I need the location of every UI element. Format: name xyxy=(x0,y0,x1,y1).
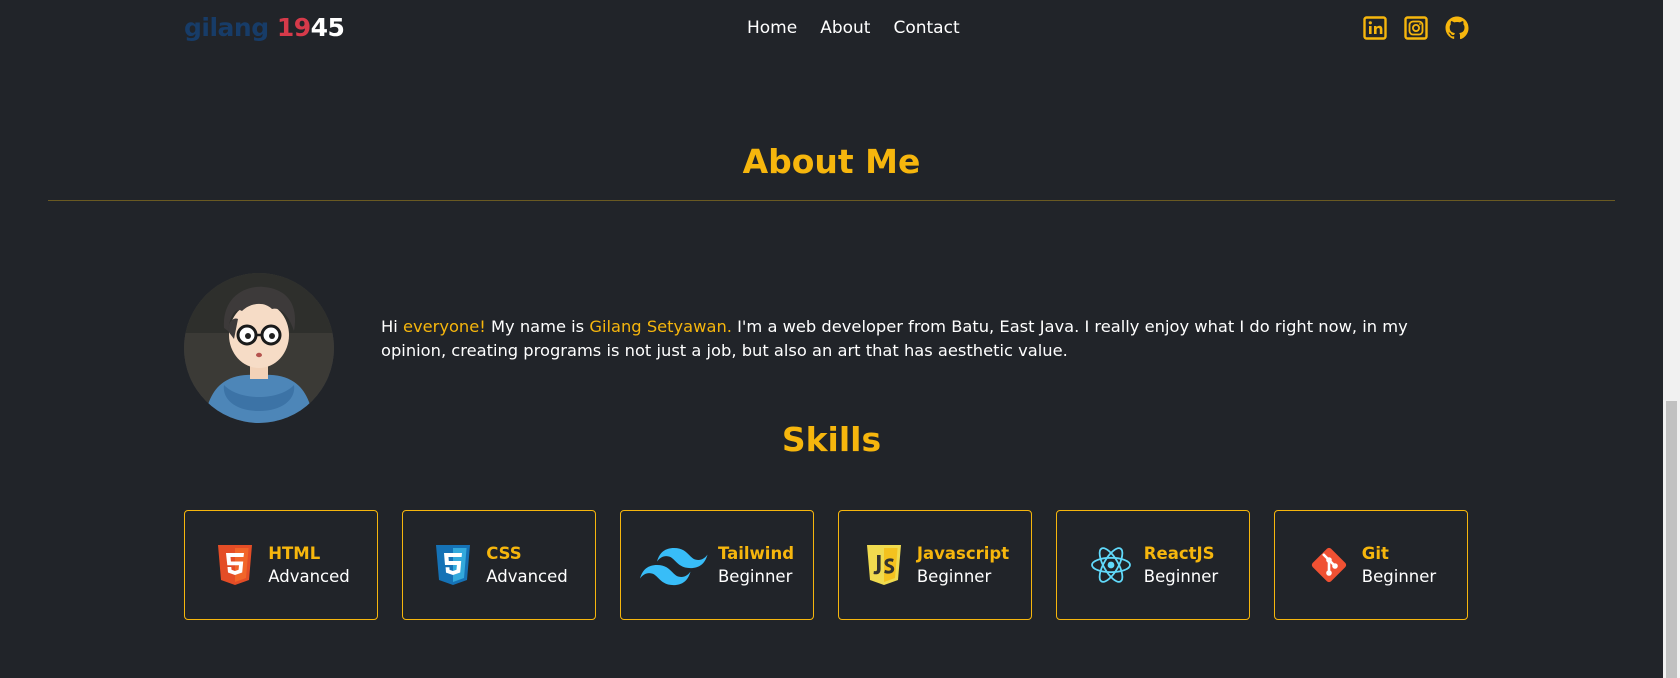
skill-card-javascript: Javascript Beginner xyxy=(838,510,1032,620)
about-title: About Me xyxy=(742,142,921,181)
nav-link-contact[interactable]: Contact xyxy=(893,18,959,38)
skill-name: Javascript xyxy=(916,543,1010,563)
html5-icon xyxy=(212,542,258,588)
skill-card-css: CSS Advanced xyxy=(402,510,596,620)
scrollbar-thumb[interactable] xyxy=(1666,401,1677,678)
javascript-icon xyxy=(861,542,907,588)
skills-title: Skills xyxy=(781,420,882,459)
skill-card-reactjs: ReactJS Beginner xyxy=(1056,510,1250,620)
skill-card-git: Git Beginner xyxy=(1274,510,1468,620)
about-bio: Hi everyone! My name is Gilang Setyawan.… xyxy=(381,317,1408,360)
skill-name: Tailwind xyxy=(717,543,795,563)
skill-name: ReactJS xyxy=(1143,543,1215,563)
linkedin-icon[interactable] xyxy=(1363,16,1387,40)
git-icon xyxy=(1306,542,1352,588)
section-divider xyxy=(48,200,1615,201)
site-logo[interactable]: gilang 1945 xyxy=(184,13,345,42)
skill-level: Beginner xyxy=(1361,566,1437,586)
skill-level: Beginner xyxy=(916,566,992,586)
page: gilang 1945 Home About Contact About Me … xyxy=(0,0,1663,678)
css3-icon xyxy=(430,542,476,588)
skill-level: Beginner xyxy=(717,566,793,586)
nav-link-about[interactable]: About xyxy=(820,18,870,38)
skill-level: Beginner xyxy=(1143,566,1219,586)
tailwind-icon xyxy=(639,542,708,588)
skill-card-tailwind: Tailwind Beginner xyxy=(620,510,814,620)
instagram-icon[interactable] xyxy=(1404,16,1428,40)
avatar xyxy=(184,273,334,423)
page-scrollbar[interactable] xyxy=(1663,0,1680,678)
nav-link-home[interactable]: Home xyxy=(747,18,797,38)
react-icon xyxy=(1088,542,1134,588)
github-icon[interactable] xyxy=(1445,16,1469,40)
skill-name: HTML xyxy=(268,543,321,563)
skill-level: Advanced xyxy=(486,566,568,586)
main-nav: Home About Contact xyxy=(747,18,983,38)
skill-level: Advanced xyxy=(268,566,350,586)
skill-name: Git xyxy=(1361,543,1389,563)
skills-list: HTML Advanced CSS Advanced Tailwind Begi… xyxy=(184,510,1468,620)
skill-card-html: HTML Advanced xyxy=(184,510,378,620)
skill-name: CSS xyxy=(486,543,522,563)
social-links xyxy=(1363,16,1469,40)
